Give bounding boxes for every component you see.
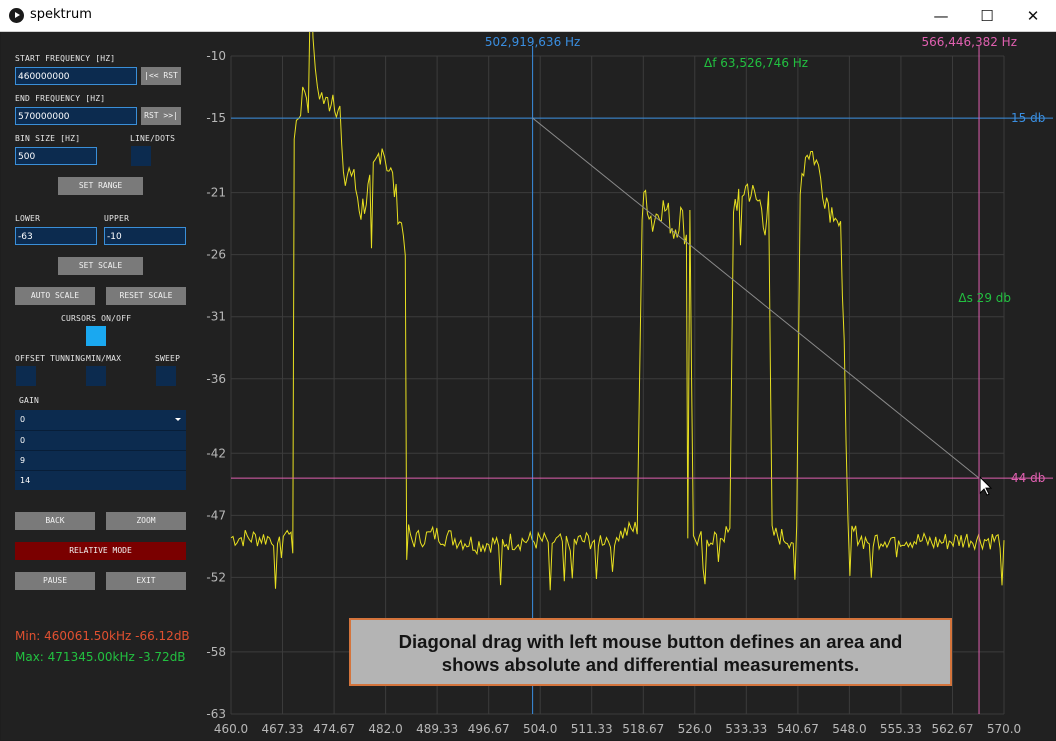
- max-readout: Max: 471345.00kHz -3.72dB: [15, 650, 186, 664]
- spectrum-trace: [230, 32, 1005, 591]
- measurement-diagonal: [532, 117, 980, 479]
- sweep-label: SWEEP: [155, 354, 181, 363]
- x-tick-label: 504.0: [523, 722, 557, 736]
- y-tick-label: -63: [206, 707, 226, 721]
- pause-button[interactable]: PAUSE: [15, 572, 95, 590]
- lower-label: LOWER: [15, 214, 41, 223]
- x-tick-label: 489.33: [416, 722, 458, 736]
- offset-tuning-label: OFFSET TUNNING: [15, 354, 86, 363]
- y-tick-label: -47: [206, 508, 226, 522]
- set-range-button[interactable]: SET RANGE: [58, 177, 143, 195]
- exit-button[interactable]: EXIT: [106, 572, 186, 590]
- y-tick-label: -31: [206, 310, 226, 324]
- gain-dropdown[interactable]: 0 0 9 14: [15, 410, 186, 490]
- gain-option[interactable]: 9: [15, 450, 186, 470]
- x-tick-label: 511.33: [571, 722, 613, 736]
- min-readout: Min: 460061.50kHz -66.12dB: [15, 629, 190, 643]
- auto-scale-button[interactable]: AUTO SCALE: [15, 287, 95, 305]
- zoom-button[interactable]: ZOOM: [106, 512, 186, 530]
- offset-tuning-toggle[interactable]: [16, 366, 36, 386]
- close-button[interactable]: ✕: [1010, 0, 1056, 31]
- bin-size-label: BIN SIZE [HZ]: [15, 134, 81, 143]
- x-tick-label: 555.33: [880, 722, 922, 736]
- gain-label: GAIN: [19, 396, 40, 405]
- y-tick-label: -10: [206, 49, 226, 63]
- x-tick-label: 496.67: [468, 722, 510, 736]
- x-tick-label: 467.33: [262, 722, 304, 736]
- y-tick-label: -42: [206, 446, 226, 460]
- upper-label: UPPER: [104, 214, 130, 223]
- reset-end-button[interactable]: RST >>|: [141, 107, 181, 125]
- x-tick-label: 474.67: [313, 722, 355, 736]
- bin-size-input[interactable]: 500: [15, 147, 97, 165]
- sweep-toggle[interactable]: [156, 366, 176, 386]
- x-tick-label: 562.67: [931, 722, 973, 736]
- end-frequency-label: END FREQUENCY [HZ]: [15, 94, 106, 103]
- cursor-a-frequency-label: 502,919,636 Hz: [485, 35, 580, 49]
- x-tick-label: 460.0: [214, 722, 248, 736]
- upper-input[interactable]: -10: [104, 227, 186, 245]
- gain-option[interactable]: 0: [15, 430, 186, 450]
- min-max-toggle[interactable]: [86, 366, 106, 386]
- window-title: spektrum: [30, 7, 92, 22]
- start-frequency-input[interactable]: 460000000: [15, 67, 137, 85]
- cursor-a-db-label: 15 db: [1011, 111, 1045, 125]
- maximize-button[interactable]: ☐: [964, 0, 1010, 31]
- back-button[interactable]: BACK: [15, 512, 95, 530]
- mouse-pointer-icon: [979, 475, 993, 496]
- tooltip-line-1: Diagonal drag with left mouse button def…: [398, 631, 903, 652]
- y-tick-label: -58: [206, 645, 226, 659]
- relative-mode-button[interactable]: RELATIVE MODE: [15, 542, 186, 560]
- x-tick-label: 540.67: [777, 722, 819, 736]
- gain-selected[interactable]: 0: [15, 410, 186, 430]
- y-tick-label: -21: [206, 186, 226, 200]
- gain-option[interactable]: 14: [15, 470, 186, 490]
- cursor-b-frequency-label: 566,446,382 Hz: [922, 35, 1017, 49]
- delta-signal-label: Δs 29 db: [958, 291, 1011, 305]
- end-frequency-input[interactable]: 570000000: [15, 107, 137, 125]
- start-frequency-label: START FREQUENCY [HZ]: [15, 54, 116, 63]
- cursors-label: CURSORS ON/OFF: [61, 314, 132, 323]
- line-dots-label: LINE/DOTS: [130, 134, 176, 143]
- x-tick-label: 482.0: [368, 722, 402, 736]
- app-play-icon: [9, 8, 24, 23]
- x-tick-label: 548.0: [832, 722, 866, 736]
- app-canvas: 460.0 467.33 474.67 482.0 489.33 496.67 504.0 5…: [1, 32, 1055, 740]
- x-tick-label: 518.67: [622, 722, 664, 736]
- x-tick-label: 570.0: [987, 722, 1021, 736]
- y-tick-label: -36: [206, 372, 226, 386]
- help-tooltip: Diagonal drag with left mouse button def…: [349, 618, 952, 686]
- set-scale-button[interactable]: SET SCALE: [58, 257, 143, 275]
- y-tick-label: -26: [206, 248, 226, 262]
- x-tick-label: 526.0: [678, 722, 712, 736]
- title-bar: spektrum — ☐ ✕: [0, 0, 1056, 32]
- reset-start-button[interactable]: |<< RST: [141, 67, 181, 85]
- y-tick-label: -52: [206, 570, 226, 584]
- min-max-label: MIN/MAX: [86, 354, 122, 363]
- cursor-b-db-label: 44 db: [1011, 471, 1045, 485]
- lower-input[interactable]: -63: [15, 227, 97, 245]
- x-tick-label: 533.33: [725, 722, 767, 736]
- chevron-down-icon[interactable]: [175, 418, 181, 421]
- reset-scale-button[interactable]: RESET SCALE: [106, 287, 186, 305]
- line-dots-toggle[interactable]: [131, 146, 151, 166]
- delta-frequency-label: Δf 63,526,746 Hz: [704, 56, 808, 70]
- y-tick-label: -15: [206, 111, 226, 125]
- cursors-toggle[interactable]: [86, 326, 106, 346]
- minimize-button[interactable]: —: [918, 0, 964, 31]
- tooltip-line-2: shows absolute and differential measurem…: [441, 654, 860, 675]
